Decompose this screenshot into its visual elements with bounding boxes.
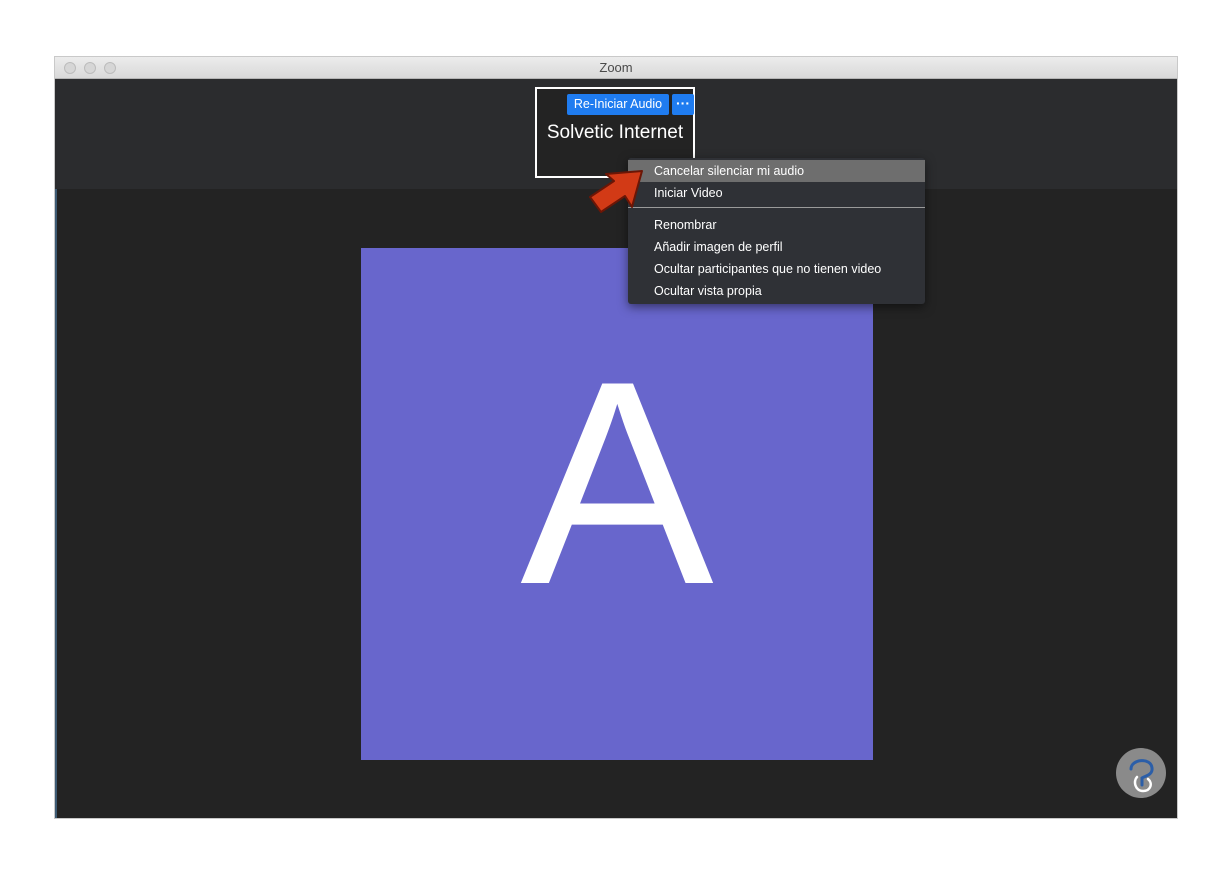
solvetic-logo-icon: [1116, 748, 1166, 798]
red-pointer-arrow-icon: [589, 170, 643, 213]
window-title: Zoom: [599, 60, 633, 75]
menu-item-start-video[interactable]: Iniciar Video: [628, 182, 925, 204]
more-options-button[interactable]: ···: [672, 94, 694, 115]
participant-avatar: A: [361, 248, 873, 760]
menu-item-unmute-audio[interactable]: Cancelar silenciar mi audio: [628, 160, 925, 182]
restart-audio-button[interactable]: Re-Iniciar Audio: [567, 94, 669, 115]
menu-item-hide-non-video[interactable]: Ocultar participantes que no tienen vide…: [628, 258, 925, 280]
menu-item-rename[interactable]: Renombrar: [628, 214, 925, 236]
window-left-edge: [55, 79, 57, 818]
menu-separator: [628, 207, 925, 208]
menu-item-add-profile-picture[interactable]: Añadir imagen de perfil: [628, 236, 925, 258]
context-menu: Cancelar silenciar mi audio Iniciar Vide…: [628, 158, 925, 304]
menu-item-hide-self-view[interactable]: Ocultar vista propia: [628, 280, 925, 302]
avatar-initial: A: [520, 321, 714, 645]
title-bar: Zoom: [55, 57, 1177, 79]
participant-name: Solvetic Internet: [546, 122, 684, 143]
zoom-window: Zoom Re-Iniciar Audio ··· Solvetic Inter…: [55, 57, 1177, 818]
